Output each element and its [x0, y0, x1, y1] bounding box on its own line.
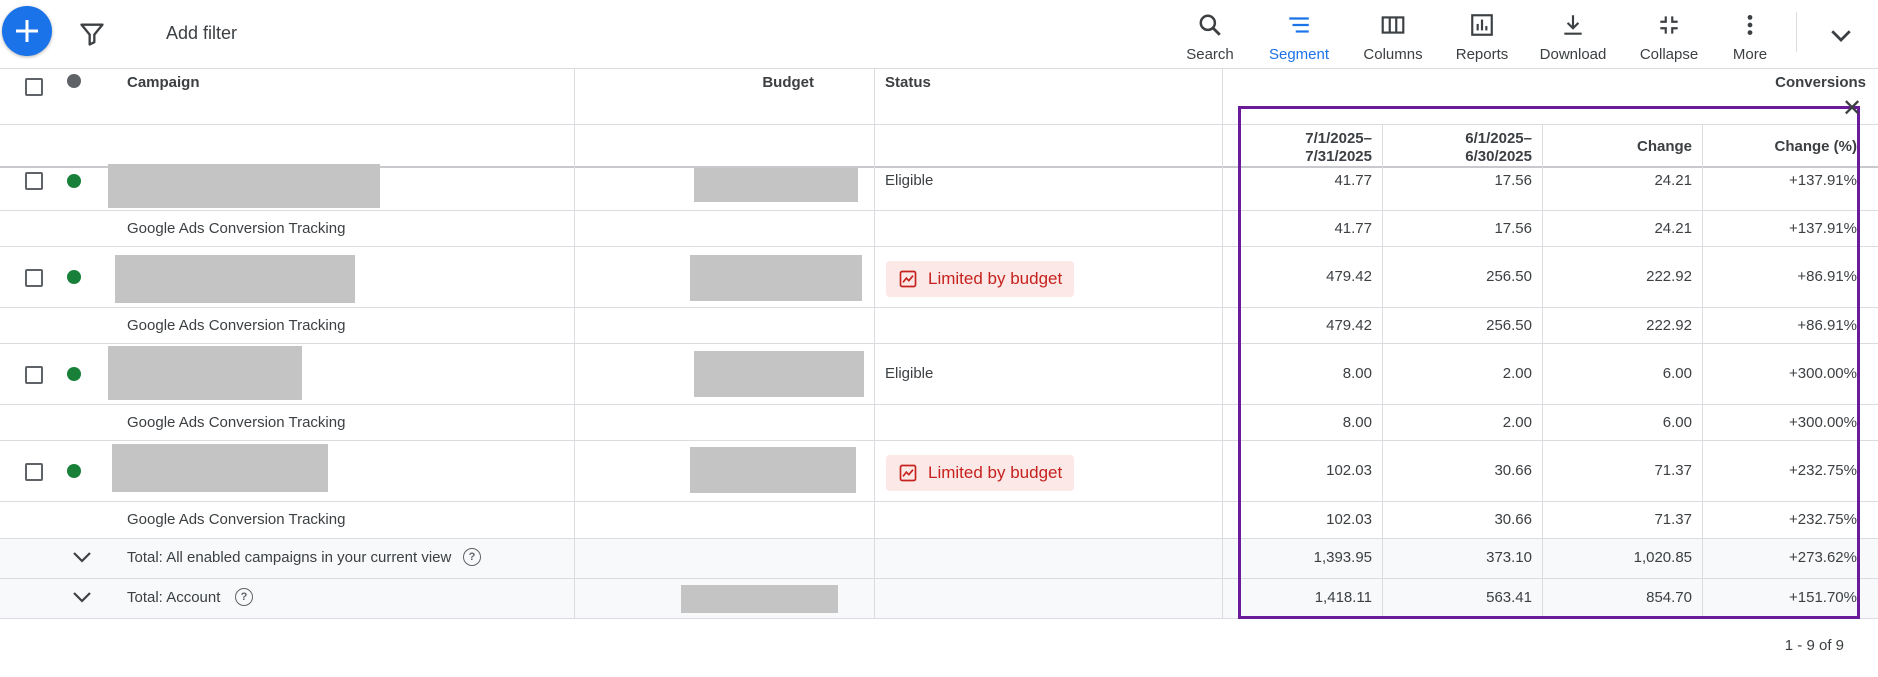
campaign-name-redacted[interactable]	[115, 255, 355, 303]
columns-tool[interactable]: Columns	[1360, 8, 1426, 63]
filter-icon[interactable]	[78, 20, 106, 48]
row-checkbox[interactable]	[25, 366, 43, 384]
collapse-tool[interactable]: Collapse	[1636, 8, 1702, 63]
segment-icon	[1289, 17, 1309, 33]
header-status[interactable]: Status	[885, 74, 931, 91]
search-tool[interactable]: Search	[1182, 8, 1238, 63]
highlight-box	[1238, 106, 1860, 619]
reports-icon	[1471, 14, 1493, 36]
help-icon[interactable]: ?	[463, 548, 481, 566]
budget-redacted[interactable]	[690, 255, 862, 301]
chevron-down-icon[interactable]	[71, 590, 93, 604]
collapse-icon	[1660, 16, 1678, 34]
segment-tool[interactable]: Segment	[1266, 8, 1332, 63]
total-campaigns-label: Total: All enabled campaigns in your cur…	[127, 549, 452, 566]
budget-redacted[interactable]	[694, 351, 864, 397]
status-text: Eligible	[885, 365, 934, 382]
chevron-down-icon[interactable]	[71, 550, 93, 564]
add-button[interactable]	[2, 6, 52, 56]
budget-redacted[interactable]	[694, 168, 858, 202]
add-filter-button[interactable]: Add filter	[166, 23, 237, 44]
search-icon	[1199, 14, 1221, 36]
row-checkbox[interactable]	[25, 172, 43, 190]
total-account-label: Total: Account	[127, 589, 221, 606]
close-icon[interactable]: ✕	[1842, 94, 1862, 123]
limited-by-budget-badge[interactable]: Limited by budget	[886, 455, 1075, 491]
more-tool[interactable]: More	[1728, 8, 1772, 63]
more-vert-icon	[1747, 15, 1753, 35]
limited-by-budget-badge[interactable]: Limited by budget	[886, 261, 1075, 297]
row-checkbox[interactable]	[25, 463, 43, 481]
trending-chart-icon	[899, 270, 917, 288]
reports-tool[interactable]: Reports	[1452, 8, 1512, 63]
header-budget[interactable]: Budget	[600, 74, 814, 91]
status-text: Eligible	[885, 172, 934, 189]
status-dot	[67, 464, 81, 478]
row-checkbox[interactable]	[25, 269, 43, 287]
status-dot	[67, 174, 81, 188]
trending-chart-icon	[899, 464, 917, 482]
chevron-down-icon[interactable]	[1826, 20, 1856, 50]
conversion-action-label: Google Ads Conversion Tracking	[127, 220, 346, 237]
columns-icon	[1381, 16, 1405, 34]
header-conversions[interactable]: Conversions	[1600, 74, 1866, 91]
campaign-name-redacted[interactable]	[112, 444, 328, 492]
status-header-icon	[67, 74, 81, 88]
toolbar-divider	[1796, 12, 1797, 52]
toolbar: Add filter Search Segment Columns Report…	[0, 0, 1878, 68]
campaign-name-redacted[interactable]	[108, 164, 380, 208]
status-dot	[67, 270, 81, 284]
download-tool[interactable]: Download	[1536, 8, 1610, 63]
budget-redacted[interactable]	[681, 585, 838, 613]
budget-redacted[interactable]	[690, 447, 856, 493]
status-dot	[67, 367, 81, 381]
campaign-name-redacted[interactable]	[108, 346, 302, 400]
help-icon[interactable]: ?	[235, 588, 253, 606]
conversion-action-label: Google Ads Conversion Tracking	[127, 511, 346, 528]
header-campaign[interactable]: Campaign	[127, 74, 200, 91]
conversion-action-label: Google Ads Conversion Tracking	[127, 317, 346, 334]
download-icon	[1564, 15, 1582, 35]
select-all-checkbox[interactable]	[25, 78, 43, 96]
conversion-action-label: Google Ads Conversion Tracking	[127, 414, 346, 431]
pagination-summary: 1 - 9 of 9	[1784, 637, 1844, 654]
